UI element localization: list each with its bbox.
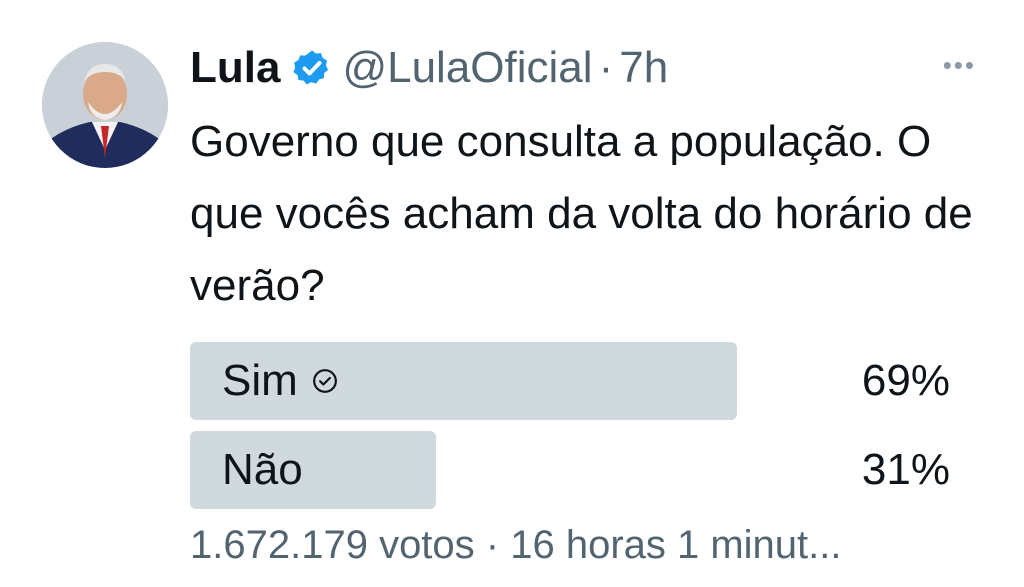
poll-option-percent: 69% <box>861 356 950 405</box>
poll-footer: 1.672.179 votos · 16 horas 1 minut... <box>190 523 842 567</box>
poll-option-label: Não <box>222 431 303 509</box>
tweet-header: Lula @LulaOficial · 7h <box>190 40 668 96</box>
avatar[interactable] <box>42 42 168 168</box>
poll-option-label: Sim <box>222 342 338 420</box>
poll-option-sim: Sim 69% <box>190 342 950 420</box>
poll-option-percent: 31% <box>861 445 950 494</box>
tweet-timestamp[interactable]: 7h <box>619 40 668 96</box>
verified-badge-icon <box>292 48 332 88</box>
author-handle[interactable]: @LulaOficial <box>342 40 592 96</box>
check-circle-icon <box>312 368 338 394</box>
poll-option-nao: Não 31% <box>190 431 950 509</box>
header-separator: · <box>598 43 614 92</box>
poll-option-text: Sim <box>222 356 298 405</box>
poll-option-text: Não <box>222 445 303 494</box>
more-options-icon[interactable]: ••• <box>943 50 976 81</box>
tweet-text: Governo que consulta a população. O que … <box>190 117 973 310</box>
author-name[interactable]: Lula <box>190 40 280 96</box>
